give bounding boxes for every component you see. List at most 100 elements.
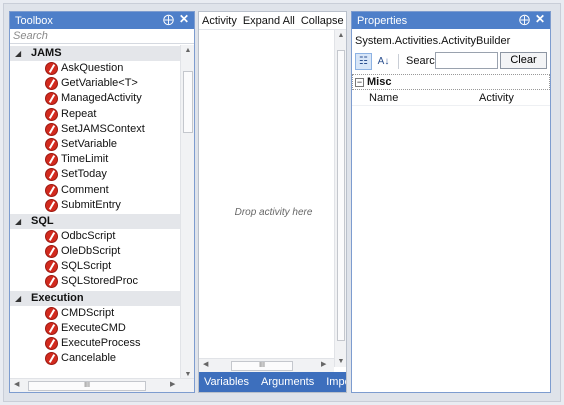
toolbox-item-label: SetToday [61,168,107,181]
toolbox-item[interactable]: AskQuestion [10,61,180,76]
toolbox-search-input[interactable]: Search [10,29,194,44]
tab-imports[interactable]: Imports [321,376,346,388]
toolbox-item[interactable]: ExecuteCMD [10,321,180,336]
toolbox-item[interactable]: Cancelable [10,351,180,366]
close-icon[interactable]: ✕ [179,12,189,26]
properties-title: Properties [357,14,408,27]
toolbox-search-placeholder: Search [13,30,48,42]
categorized-view-icon[interactable]: ☷ [355,52,372,70]
activity-icon [45,337,58,350]
toolbox-item-label: Comment [61,183,109,196]
property-category-misc[interactable]: − Misc [352,74,550,90]
toolbox-item[interactable]: Repeat [10,107,180,122]
scroll-up-icon[interactable]: ▲ [335,32,346,39]
property-value[interactable]: Activity [479,90,514,106]
category-label: Misc [367,76,392,88]
category-sql[interactable]: ◢ SQL [10,213,180,229]
toolbox-item[interactable]: CMDScript [10,306,180,321]
expand-all-button[interactable]: Expand All [243,15,295,27]
toolbox-item-label: SetVariable [61,137,118,150]
toolbox-item[interactable]: OdbcScript [10,229,180,244]
collapse-triangle-icon[interactable]: ◢ [15,214,21,229]
tab-arguments[interactable]: Arguments [256,376,321,388]
category-label: Execution [31,291,84,304]
toolbox-panel: Toolbox ⨁ ✕ Search ◢ JAMS AskQuestion Ge… [9,11,195,393]
toolbox-item-label: TimeLimit [61,153,109,166]
toolbox-item-label: GetVariable<T> [61,77,138,90]
scroll-thumb[interactable]: III [28,381,146,391]
toolbox-item-label: ManagedActivity [61,92,142,105]
category-execution[interactable]: ◢ Execution [10,290,180,306]
scroll-thumb[interactable] [337,50,345,341]
toolbox-item-label: ExecuteCMD [61,321,126,334]
breadcrumb-activity[interactable]: Activity [202,15,237,27]
toolbox-item-label: OdbcScript [61,229,116,242]
toolbox-item-label: SQLScript [61,260,112,273]
alphabetical-sort-icon[interactable]: A↓ [375,53,392,70]
designer-horizontal-scrollbar[interactable]: ◀ III ▶ [199,358,334,372]
selected-object-type: System.Activities.ActivityBuilder [355,35,511,47]
collapse-all-button[interactable]: Collapse All [301,15,346,27]
drop-activity-hint[interactable]: Drop activity here [199,207,346,218]
toolbox-vertical-scrollbar[interactable]: ▲ ▼ [180,45,194,380]
toolbox-item[interactable]: ManagedActivity [10,91,180,106]
scroll-left-icon[interactable]: ◀ [203,360,208,368]
toolbox-item-label: ExecuteProcess [61,337,141,349]
clear-button[interactable]: Clear [500,52,547,69]
collapse-triangle-icon[interactable]: ◢ [15,291,21,306]
scroll-up-icon[interactable]: ▲ [181,47,194,54]
properties-search-input[interactable] [435,52,498,69]
toolbox-item[interactable]: OleDbScript [10,244,180,259]
category-label: SQL [31,214,54,227]
toolbox-item-label: CMDScript [61,306,115,319]
scroll-left-icon[interactable]: ◀ [14,380,19,388]
close-icon[interactable]: ✕ [535,12,545,26]
scroll-down-icon[interactable]: ▼ [335,358,346,365]
toolbox-item[interactable]: Comment [10,183,180,198]
toolbox-item[interactable]: SubmitEntry [10,198,180,213]
designer-tab-bar: Variables Arguments Imports [199,372,346,392]
activity-icon [45,77,58,91]
toolbox-item-label: Cancelable [61,352,117,365]
category-label: JAMS [31,47,62,59]
toolbox-item[interactable]: SetJAMSContext [10,122,180,137]
category-jams[interactable]: ◢ JAMS [10,46,180,61]
properties-toolbar: ☷ A↓ Search: Clear [352,50,550,72]
activity-icon [45,275,58,289]
activity-icon [45,107,58,121]
activity-icon [45,92,58,106]
activity-icon [45,245,58,259]
activity-icon [45,183,58,197]
pin-icon[interactable]: ⨁ [163,13,174,26]
activity-icon [45,168,58,182]
toolbox-item[interactable]: GetVariable<T> [10,76,180,91]
collapse-box-icon[interactable]: − [355,78,364,87]
toolbox-item-label: Repeat [61,107,97,120]
designer-vertical-scrollbar[interactable]: ▲ ▼ [334,30,346,367]
activity-icon [45,229,58,243]
property-row[interactable]: Name Activity [352,90,550,106]
toolbox-item[interactable]: SetToday [10,167,180,182]
pin-icon[interactable]: ⨁ [519,13,530,26]
toolbox-item[interactable]: ExecuteProcess [10,336,180,351]
toolbox-item[interactable]: SQLScript [10,259,180,274]
toolbox-item-label: SQLStoredProc [61,275,139,288]
scroll-thumb[interactable]: III [231,361,293,371]
toolbox-item-label: AskQuestion [61,62,124,74]
scroll-thumb[interactable] [183,71,193,133]
toolbox-tree: ◢ JAMS AskQuestion GetVariable<T> Manage… [10,45,180,380]
activity-icon [45,352,58,366]
toolbox-horizontal-scrollbar[interactable]: ◀ III ▶ [10,378,194,392]
toolbox-item[interactable]: TimeLimit [10,152,180,167]
properties-panel: Properties ⨁ ✕ System.Activities.Activit… [351,11,551,393]
scroll-right-icon[interactable]: ▶ [170,380,175,388]
activity-icon [45,122,58,136]
designer-panel: Activity Expand All Collapse All Drop ac… [198,11,347,393]
toolbox-item[interactable]: SetVariable [10,137,180,152]
collapse-triangle-icon[interactable]: ◢ [15,46,21,61]
toolbox-item[interactable]: SQLStoredProc [10,274,180,289]
tab-variables[interactable]: Variables [199,376,256,388]
scroll-down-icon[interactable]: ▼ [181,371,194,378]
scroll-right-icon[interactable]: ▶ [321,360,326,368]
designer-toolbar: Activity Expand All Collapse All [199,12,346,30]
